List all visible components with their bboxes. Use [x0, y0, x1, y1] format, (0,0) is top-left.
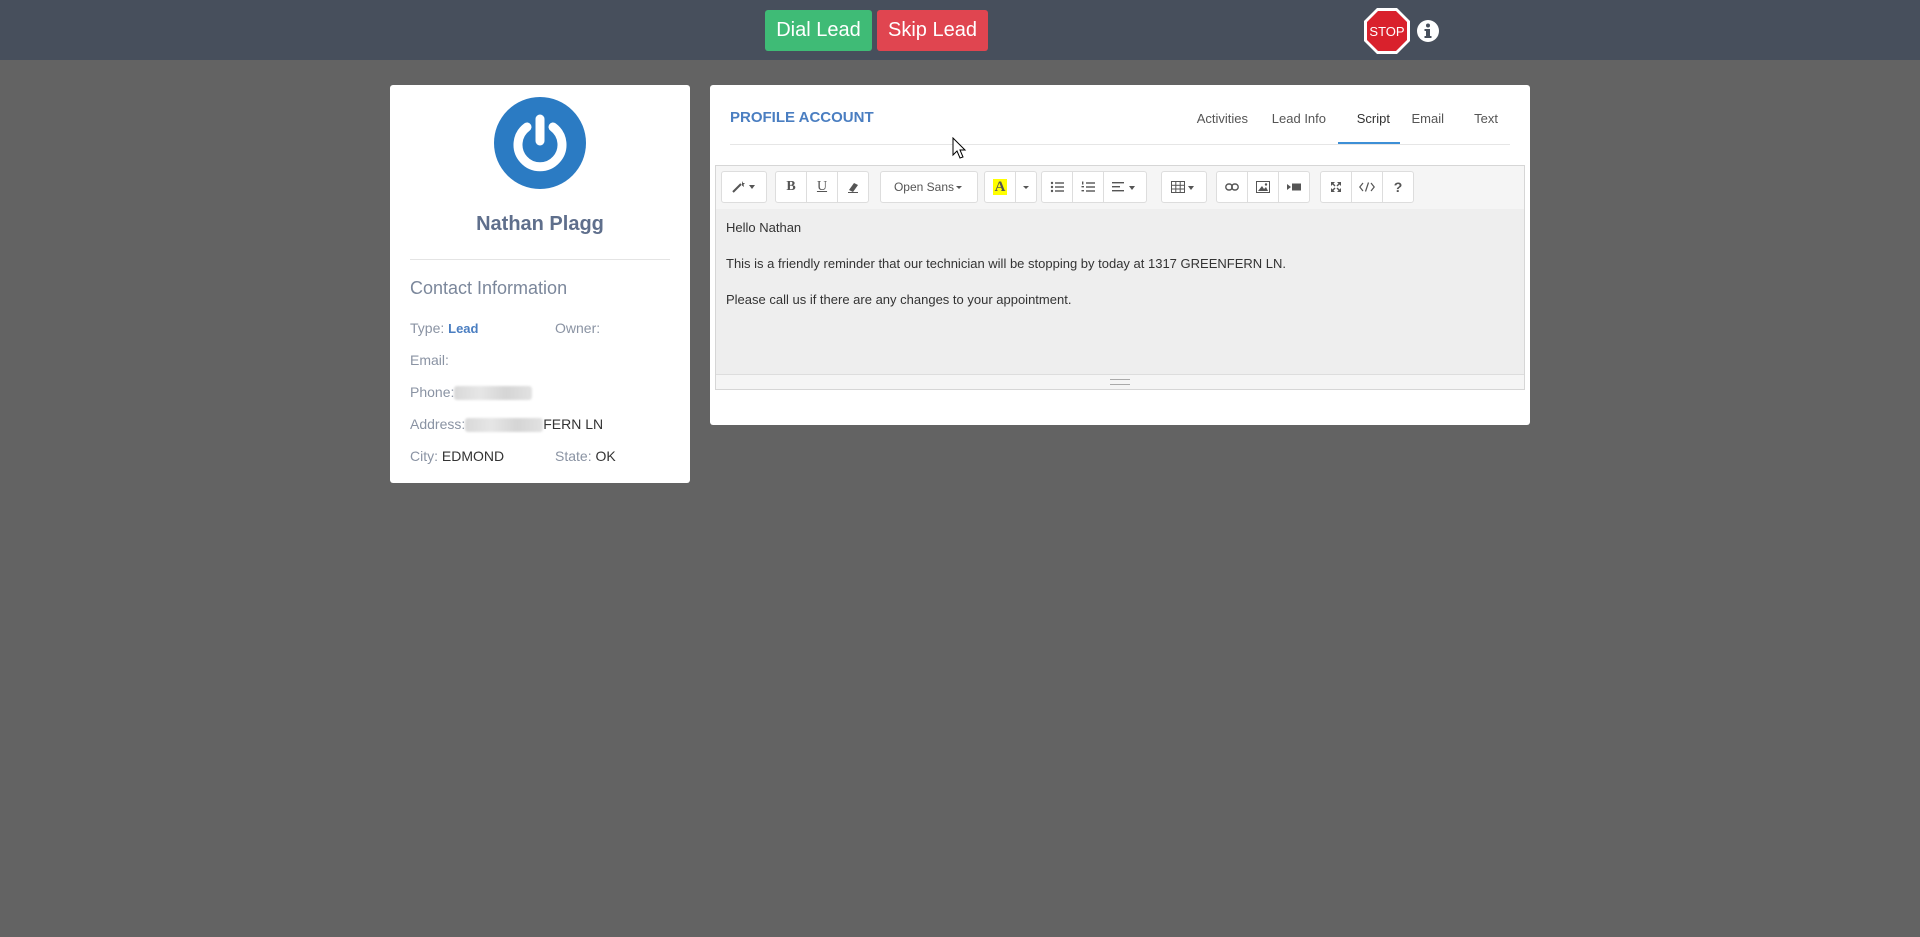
- underline-icon: U: [816, 179, 828, 194]
- address-value: FERN LN: [543, 416, 604, 432]
- email-label: Email:: [410, 352, 449, 368]
- profile-account-title: PROFILE ACCOUNT: [730, 109, 874, 126]
- script-line-closing: Please call us if there are any changes …: [726, 292, 1072, 307]
- editor-content[interactable]: Hello Nathan This is a friendly reminder…: [716, 209, 1524, 375]
- magic-wand-icon: [732, 181, 755, 193]
- table-group: [1161, 171, 1207, 203]
- power-logo-icon: [494, 97, 586, 189]
- address-redacted: [465, 418, 544, 433]
- editor-toolbar: B U Open Sans A ?: [716, 166, 1524, 210]
- tab-lead-info[interactable]: Lead Info: [1272, 111, 1326, 126]
- align-left-icon: [1112, 182, 1135, 192]
- state-value: OK: [595, 448, 616, 464]
- view-group: ?: [1320, 171, 1414, 203]
- color-group: A: [984, 171, 1037, 203]
- phone-redacted: [454, 386, 533, 401]
- numbered-list-icon: [1081, 181, 1095, 192]
- expand-icon: [1331, 182, 1341, 192]
- link-button[interactable]: [1216, 171, 1248, 203]
- address-field: Address: FERN LN: [410, 416, 604, 433]
- info-circle-icon: [1417, 20, 1439, 42]
- state-field: State: OK: [555, 448, 616, 464]
- text-color-icon: A: [992, 179, 1008, 195]
- info-button[interactable]: [1416, 19, 1440, 43]
- table-button[interactable]: [1161, 171, 1207, 203]
- caret-down-icon: [956, 186, 963, 189]
- stop-sign-icon: STOP: [1364, 8, 1410, 54]
- tab-activities[interactable]: Activities: [1197, 111, 1248, 126]
- code-view-button[interactable]: [1351, 171, 1383, 203]
- video-icon: [1287, 183, 1301, 191]
- link-icon: [1225, 183, 1239, 191]
- city-value: EDMOND: [441, 448, 505, 464]
- underline-button[interactable]: U: [806, 171, 838, 203]
- script-line-greeting: Hello Nathan: [726, 220, 802, 235]
- color-dropdown-button[interactable]: [1015, 171, 1037, 203]
- state-label: State:: [555, 448, 592, 464]
- fullscreen-button[interactable]: [1320, 171, 1352, 203]
- skip-lead-button[interactable]: Skip Lead: [877, 10, 988, 51]
- clear-format-button[interactable]: [837, 171, 869, 203]
- video-button[interactable]: [1278, 171, 1310, 203]
- ordered-list-button[interactable]: [1072, 171, 1104, 203]
- tab-script[interactable]: Script: [1357, 111, 1390, 126]
- tab-email[interactable]: Email: [1411, 111, 1444, 126]
- city-field: City: EDMOND: [410, 448, 504, 464]
- resize-grip-icon: [1110, 379, 1130, 385]
- address-label: Address:: [410, 416, 466, 432]
- format-group: B U: [775, 171, 869, 203]
- owner-label: Owner:: [555, 320, 601, 336]
- lead-card: Nathan Plagg Contact Information Type: L…: [390, 85, 690, 483]
- top-bar: Dial Lead Skip Lead STOP: [0, 0, 1920, 60]
- help-icon: ?: [1393, 179, 1403, 195]
- owner-field: Owner:: [555, 320, 600, 336]
- script-editor: B U Open Sans A ? Hello Nathan This is a…: [715, 165, 1525, 390]
- image-icon: [1256, 181, 1270, 193]
- magic-style-button[interactable]: [721, 171, 767, 203]
- type-label: Type:: [410, 320, 445, 336]
- tab-text[interactable]: Text: [1474, 111, 1498, 126]
- code-icon: [1359, 182, 1375, 192]
- font-family-value: Open Sans: [893, 180, 955, 194]
- paragraph-align-button[interactable]: [1103, 171, 1147, 203]
- bullet-list-icon: [1050, 181, 1064, 193]
- profile-account-card: PROFILE ACCOUNT Activities Lead Info Scr…: [710, 85, 1530, 425]
- picture-button[interactable]: [1247, 171, 1279, 203]
- editor-resize-handle[interactable]: [716, 374, 1524, 389]
- bold-icon: B: [786, 179, 796, 194]
- type-value: Lead: [448, 321, 479, 336]
- type-field: Type: Lead: [410, 320, 478, 336]
- tabs-divider: [730, 144, 1510, 145]
- phone-field: Phone:: [410, 384, 533, 401]
- eraser-icon: [848, 183, 858, 193]
- help-button[interactable]: ?: [1382, 171, 1414, 203]
- highlight-color-button[interactable]: A: [984, 171, 1016, 203]
- list-group: [1041, 171, 1147, 203]
- style-group: [721, 171, 767, 203]
- font-group: Open Sans: [880, 171, 978, 203]
- city-label: City:: [410, 448, 438, 464]
- phone-label: Phone:: [410, 384, 455, 400]
- unordered-list-button[interactable]: [1041, 171, 1073, 203]
- contact-information-title: Contact Information: [410, 278, 568, 298]
- font-family-dropdown[interactable]: Open Sans: [880, 171, 978, 203]
- script-line-reminder: This is a friendly reminder that our tec…: [726, 256, 1286, 271]
- email-field: Email:: [410, 352, 449, 368]
- stop-button[interactable]: STOP: [1362, 6, 1412, 56]
- stop-label: STOP: [1369, 24, 1404, 39]
- table-icon: [1171, 181, 1194, 193]
- lead-name: Nathan Plagg: [476, 213, 604, 235]
- caret-down-icon: [1023, 186, 1029, 189]
- insert-group: [1216, 171, 1310, 203]
- bold-button[interactable]: B: [775, 171, 807, 203]
- dial-lead-button[interactable]: Dial Lead: [765, 10, 872, 51]
- divider: [410, 259, 670, 260]
